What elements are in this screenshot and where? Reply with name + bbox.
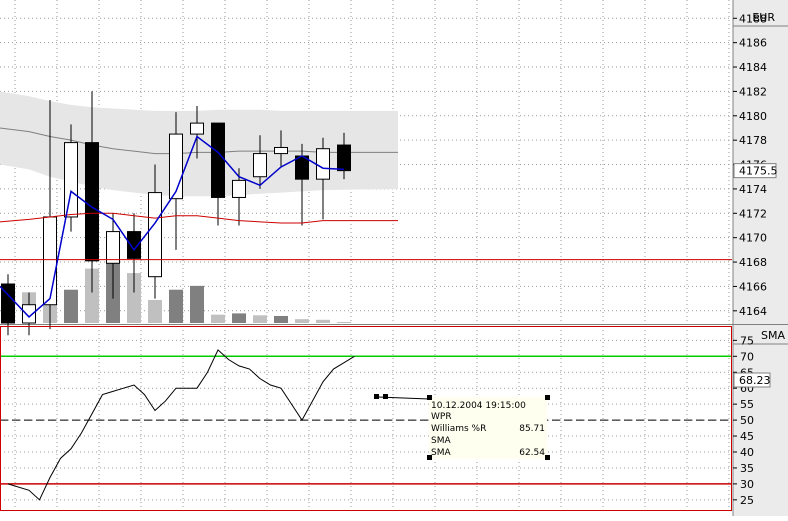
tooltip-row-value: 62.54 [519, 448, 545, 458]
candle-body[interactable] [253, 153, 267, 178]
candle-body[interactable] [85, 142, 99, 262]
indicator-tick-label: 70 [740, 350, 754, 363]
tooltip-row-label: Williams %R [431, 424, 486, 434]
price-tick-label: 4178 [739, 134, 767, 147]
indicator-tick-label: 45 [740, 430, 754, 443]
candle-body[interactable] [274, 146, 288, 155]
volume-bar [148, 299, 162, 323]
indicator-tick-label: 35 [740, 462, 754, 475]
candle-body[interactable] [106, 231, 120, 264]
tooltip-anchor[interactable] [374, 394, 379, 399]
volume-bar [295, 319, 309, 323]
candle-body[interactable] [211, 122, 225, 198]
volume-bar [64, 289, 78, 323]
indicator-tick-label: 75 [740, 334, 754, 347]
candle-body[interactable] [148, 192, 162, 278]
candle-body[interactable] [232, 179, 246, 198]
chart-window: EUR4188418641844182418041784176417441724… [0, 0, 788, 516]
tooltip-datetime: 10.12.2004 19:15:00 [431, 401, 526, 411]
tooltip-row-label: SMA [431, 436, 451, 446]
price-tick-label: 4166 [739, 280, 767, 293]
indicator-tick-label: 50 [740, 414, 754, 427]
volume-bar [274, 315, 288, 323]
indicator-tick-label: 25 [740, 494, 754, 507]
volume-bar [316, 319, 330, 323]
tooltip-handle[interactable] [545, 455, 550, 460]
tooltip-row-label: SMA [431, 448, 451, 458]
candle-body[interactable] [337, 144, 351, 172]
tooltip-handle[interactable] [545, 395, 550, 400]
data-tooltip: 10.12.2004 19:15:00 WPR Williams %R 85.7… [427, 395, 550, 460]
candle-body[interactable] [190, 122, 204, 135]
price-tick-label: 4174 [739, 183, 767, 196]
current-indicator-label: 68.23 [739, 374, 771, 387]
indicator-tick-label: 55 [740, 398, 754, 411]
price-tick-label: 4184 [739, 61, 767, 74]
indicator-tick-label: 40 [740, 446, 754, 459]
volume-bar [211, 314, 225, 323]
indicator-axis-title: SMA [761, 329, 785, 342]
volume-bar [190, 285, 204, 323]
indicator-tick-label: 30 [740, 478, 754, 491]
tooltip-row-value: 85.71 [519, 424, 545, 434]
volume-bar [253, 315, 267, 323]
chart-canvas[interactable]: EUR4188418641844182418041784176417441724… [0, 0, 788, 516]
candle-body[interactable] [43, 216, 57, 306]
candle-body[interactable] [316, 148, 330, 180]
tooltip-handle[interactable] [427, 395, 432, 400]
price-tick-label: 4164 [739, 305, 767, 318]
price-tick-label: 4182 [739, 85, 767, 98]
price-tick-label: 4172 [739, 207, 767, 220]
volume-bar [169, 289, 183, 323]
price-tick-label: 4180 [739, 110, 767, 123]
tooltip-row-label: WPR [431, 412, 452, 422]
volume-bar [337, 322, 351, 323]
price-tick-label: 4168 [739, 256, 767, 269]
price-tick-label: 4170 [739, 232, 767, 245]
price-tick-label: 4186 [739, 37, 767, 50]
tooltip-anchor[interactable] [383, 394, 388, 399]
current-price-label: 4175.5 [739, 165, 778, 178]
candle-body[interactable] [64, 142, 78, 218]
volume-bar [232, 313, 246, 323]
price-tick-label: 4188 [739, 12, 767, 25]
candle-body[interactable] [169, 133, 183, 200]
